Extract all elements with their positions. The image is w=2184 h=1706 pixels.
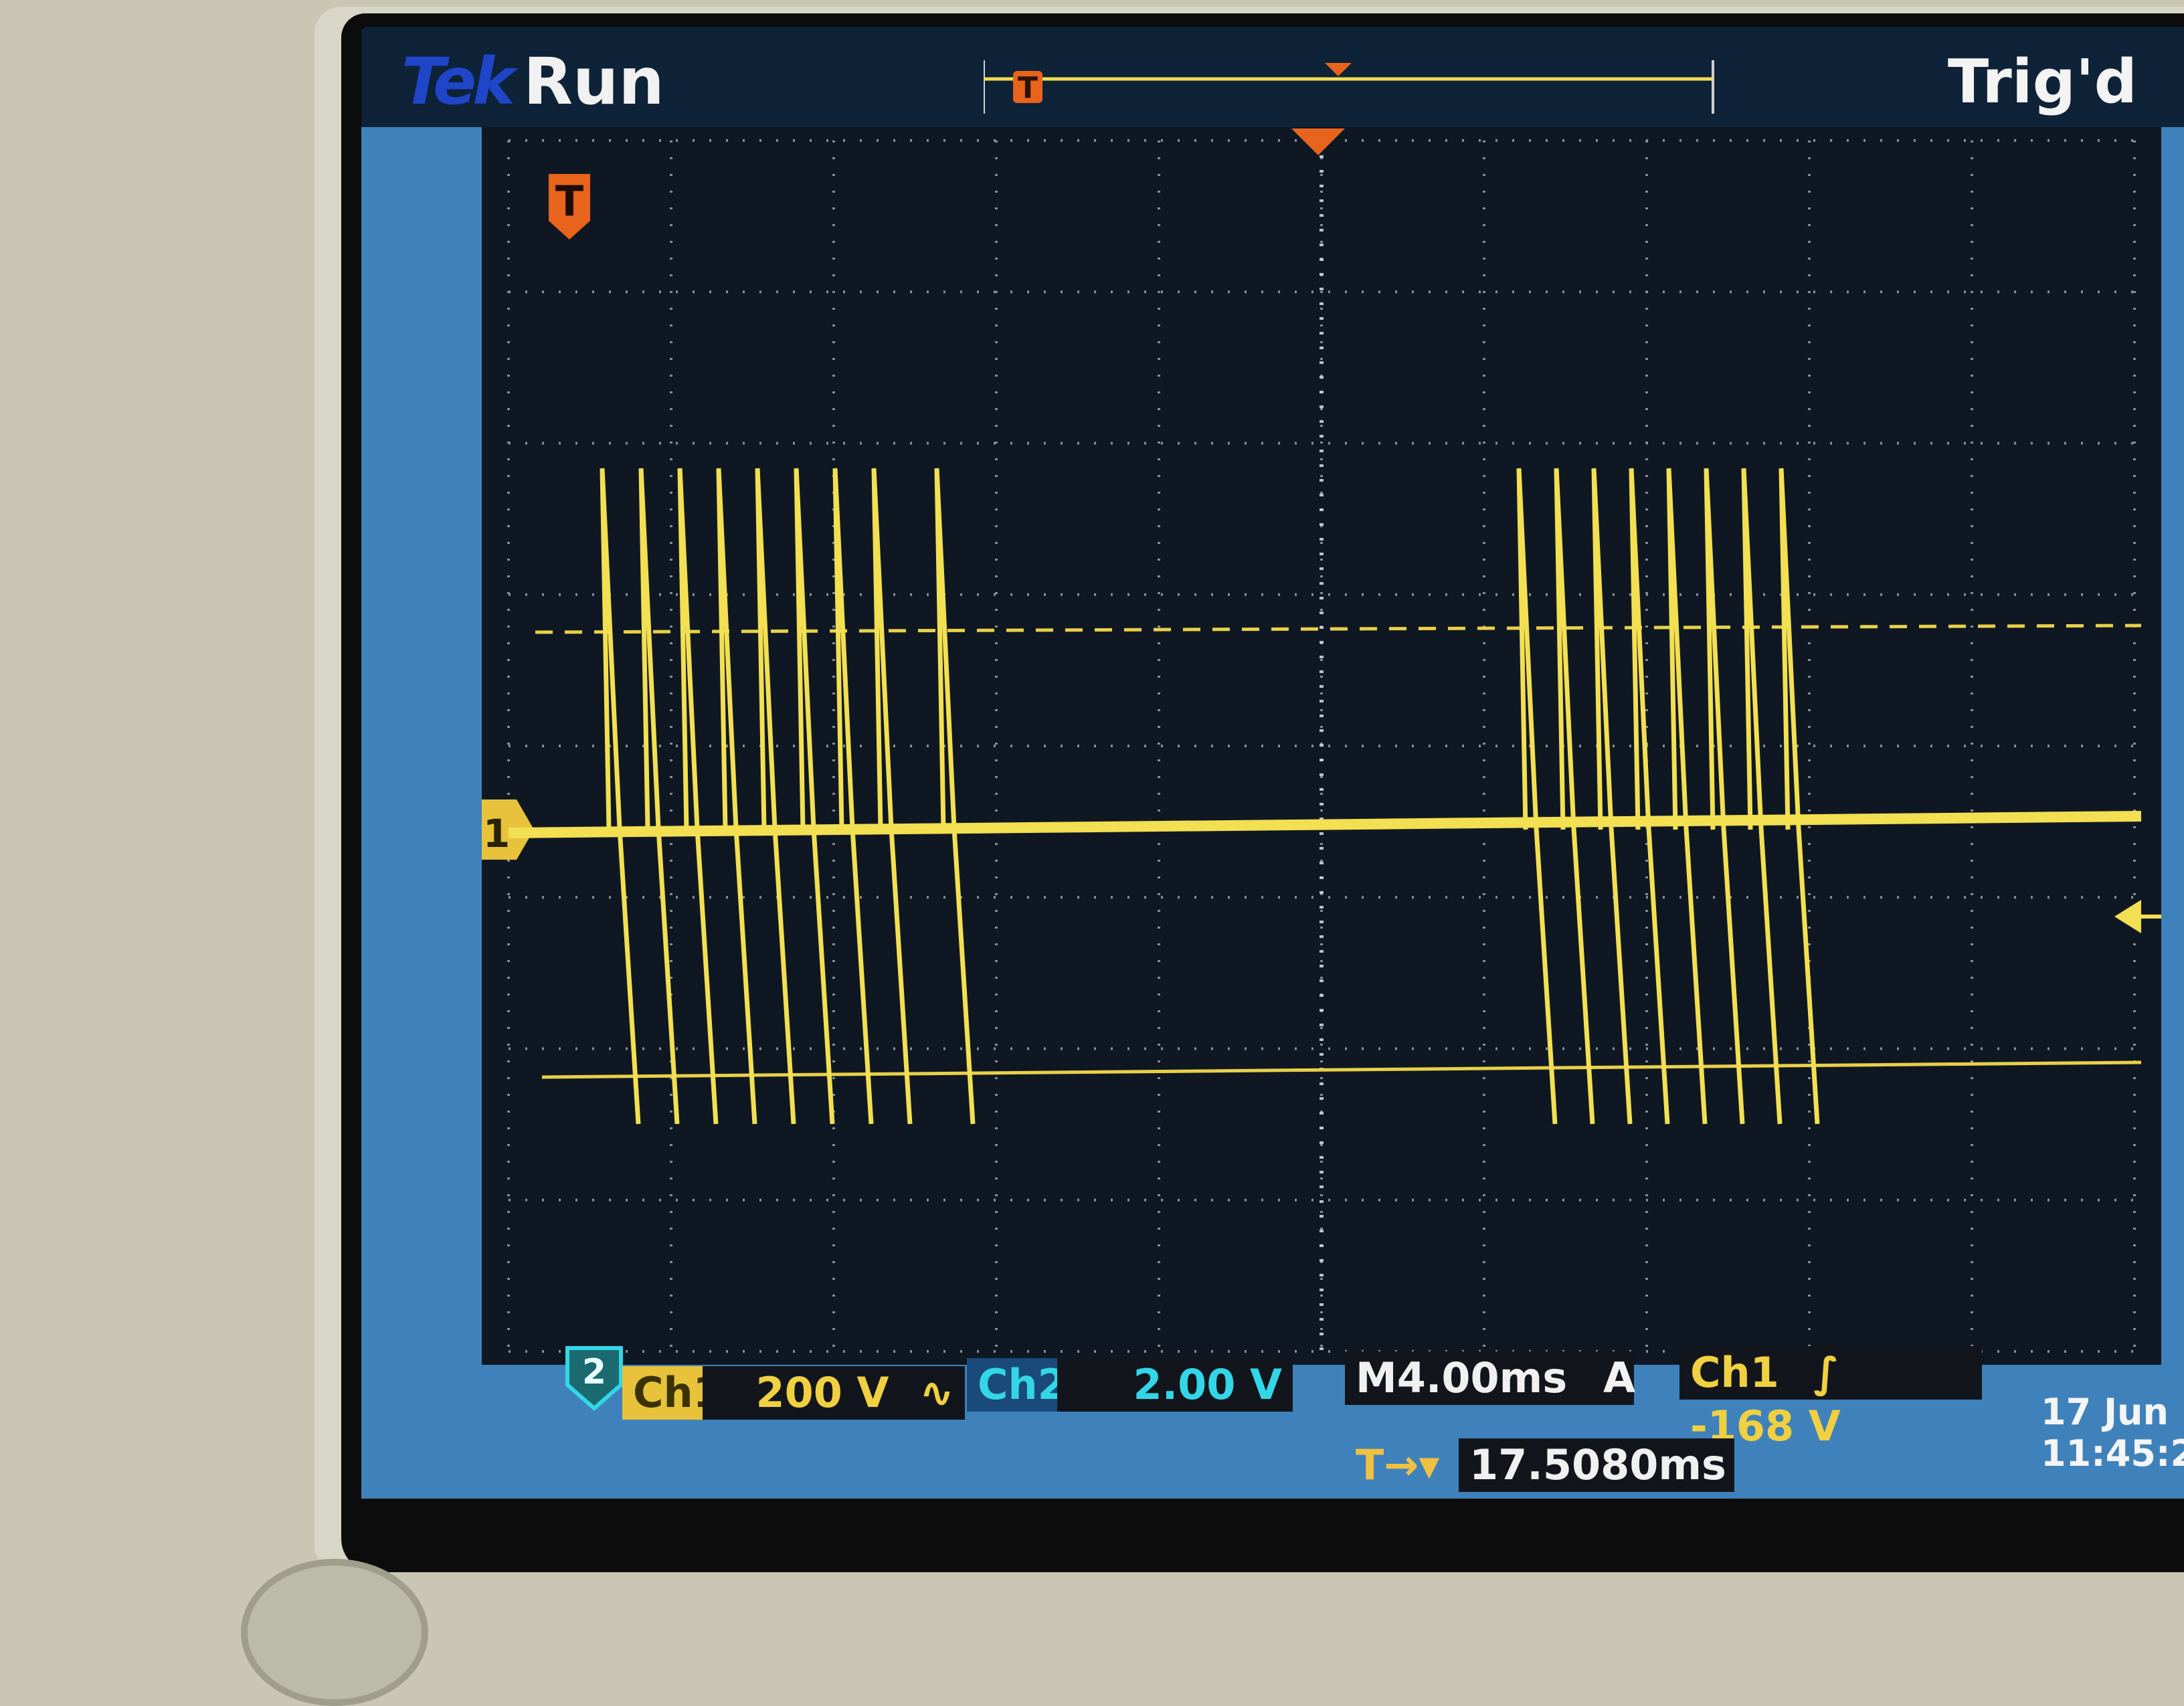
- ch1-scale-value: 200 V: [755, 1368, 889, 1417]
- channel2-ground-marker: 2: [565, 1346, 623, 1411]
- trigger-point-label: T: [555, 177, 583, 225]
- ch2-scale-readout[interactable]: 2.00 V: [1057, 1358, 1293, 1412]
- time: 11:45:2: [2041, 1432, 2184, 1475]
- ac-coupling-icon: ∿: [919, 1368, 954, 1417]
- channel2-marker-label: 2: [582, 1352, 606, 1392]
- rising-edge-icon: ∫: [1813, 1348, 1839, 1397]
- channel1-marker-label: 1: [483, 811, 510, 856]
- oscilloscope-screen: Tek Run T Trig'd T 1 2 Ch1 200 V ∿ Ch2 2…: [361, 27, 2184, 1499]
- run-state: Run: [523, 44, 664, 119]
- top-status-bar: Tek Run T Trig'd: [361, 27, 2184, 127]
- horizontal-scale-value: 4.00ms: [1396, 1353, 1568, 1402]
- date: 17 Jun: [2041, 1391, 2169, 1433]
- svg-text:T: T: [1018, 71, 1038, 105]
- trigger-mode: A: [1603, 1353, 1635, 1402]
- horizontal-delay-icon: T→▾: [1356, 1440, 1440, 1489]
- horizontal-label: M: [1356, 1353, 1397, 1402]
- brand-text: Tek: [401, 44, 515, 119]
- date-time: 17 Jun 11:45:2: [2041, 1392, 2184, 1475]
- brand-logo: Tek Run: [401, 44, 664, 119]
- trigger-source: Ch1: [1690, 1348, 1779, 1397]
- trigger-readout[interactable]: Ch1 ∫ -168 V: [1679, 1346, 1982, 1450]
- record-length-bar: T: [984, 60, 1714, 114]
- trigger-status: Trig'd: [1947, 47, 2137, 117]
- bottom-status-bar: 2 Ch1 200 V ∿ Ch2 2.00 V M4.00ms A Ch1 ∫…: [361, 1331, 2184, 1499]
- horizontal-delay-readout[interactable]: 17.5080ms: [1459, 1438, 1734, 1492]
- horizontal-scale-readout[interactable]: M4.00ms: [1345, 1351, 1634, 1405]
- ch1-scale-readout[interactable]: 200 V ∿: [703, 1366, 965, 1420]
- front-panel-knob[interactable]: [241, 1559, 428, 1706]
- graticule: T 1: [482, 127, 2161, 1365]
